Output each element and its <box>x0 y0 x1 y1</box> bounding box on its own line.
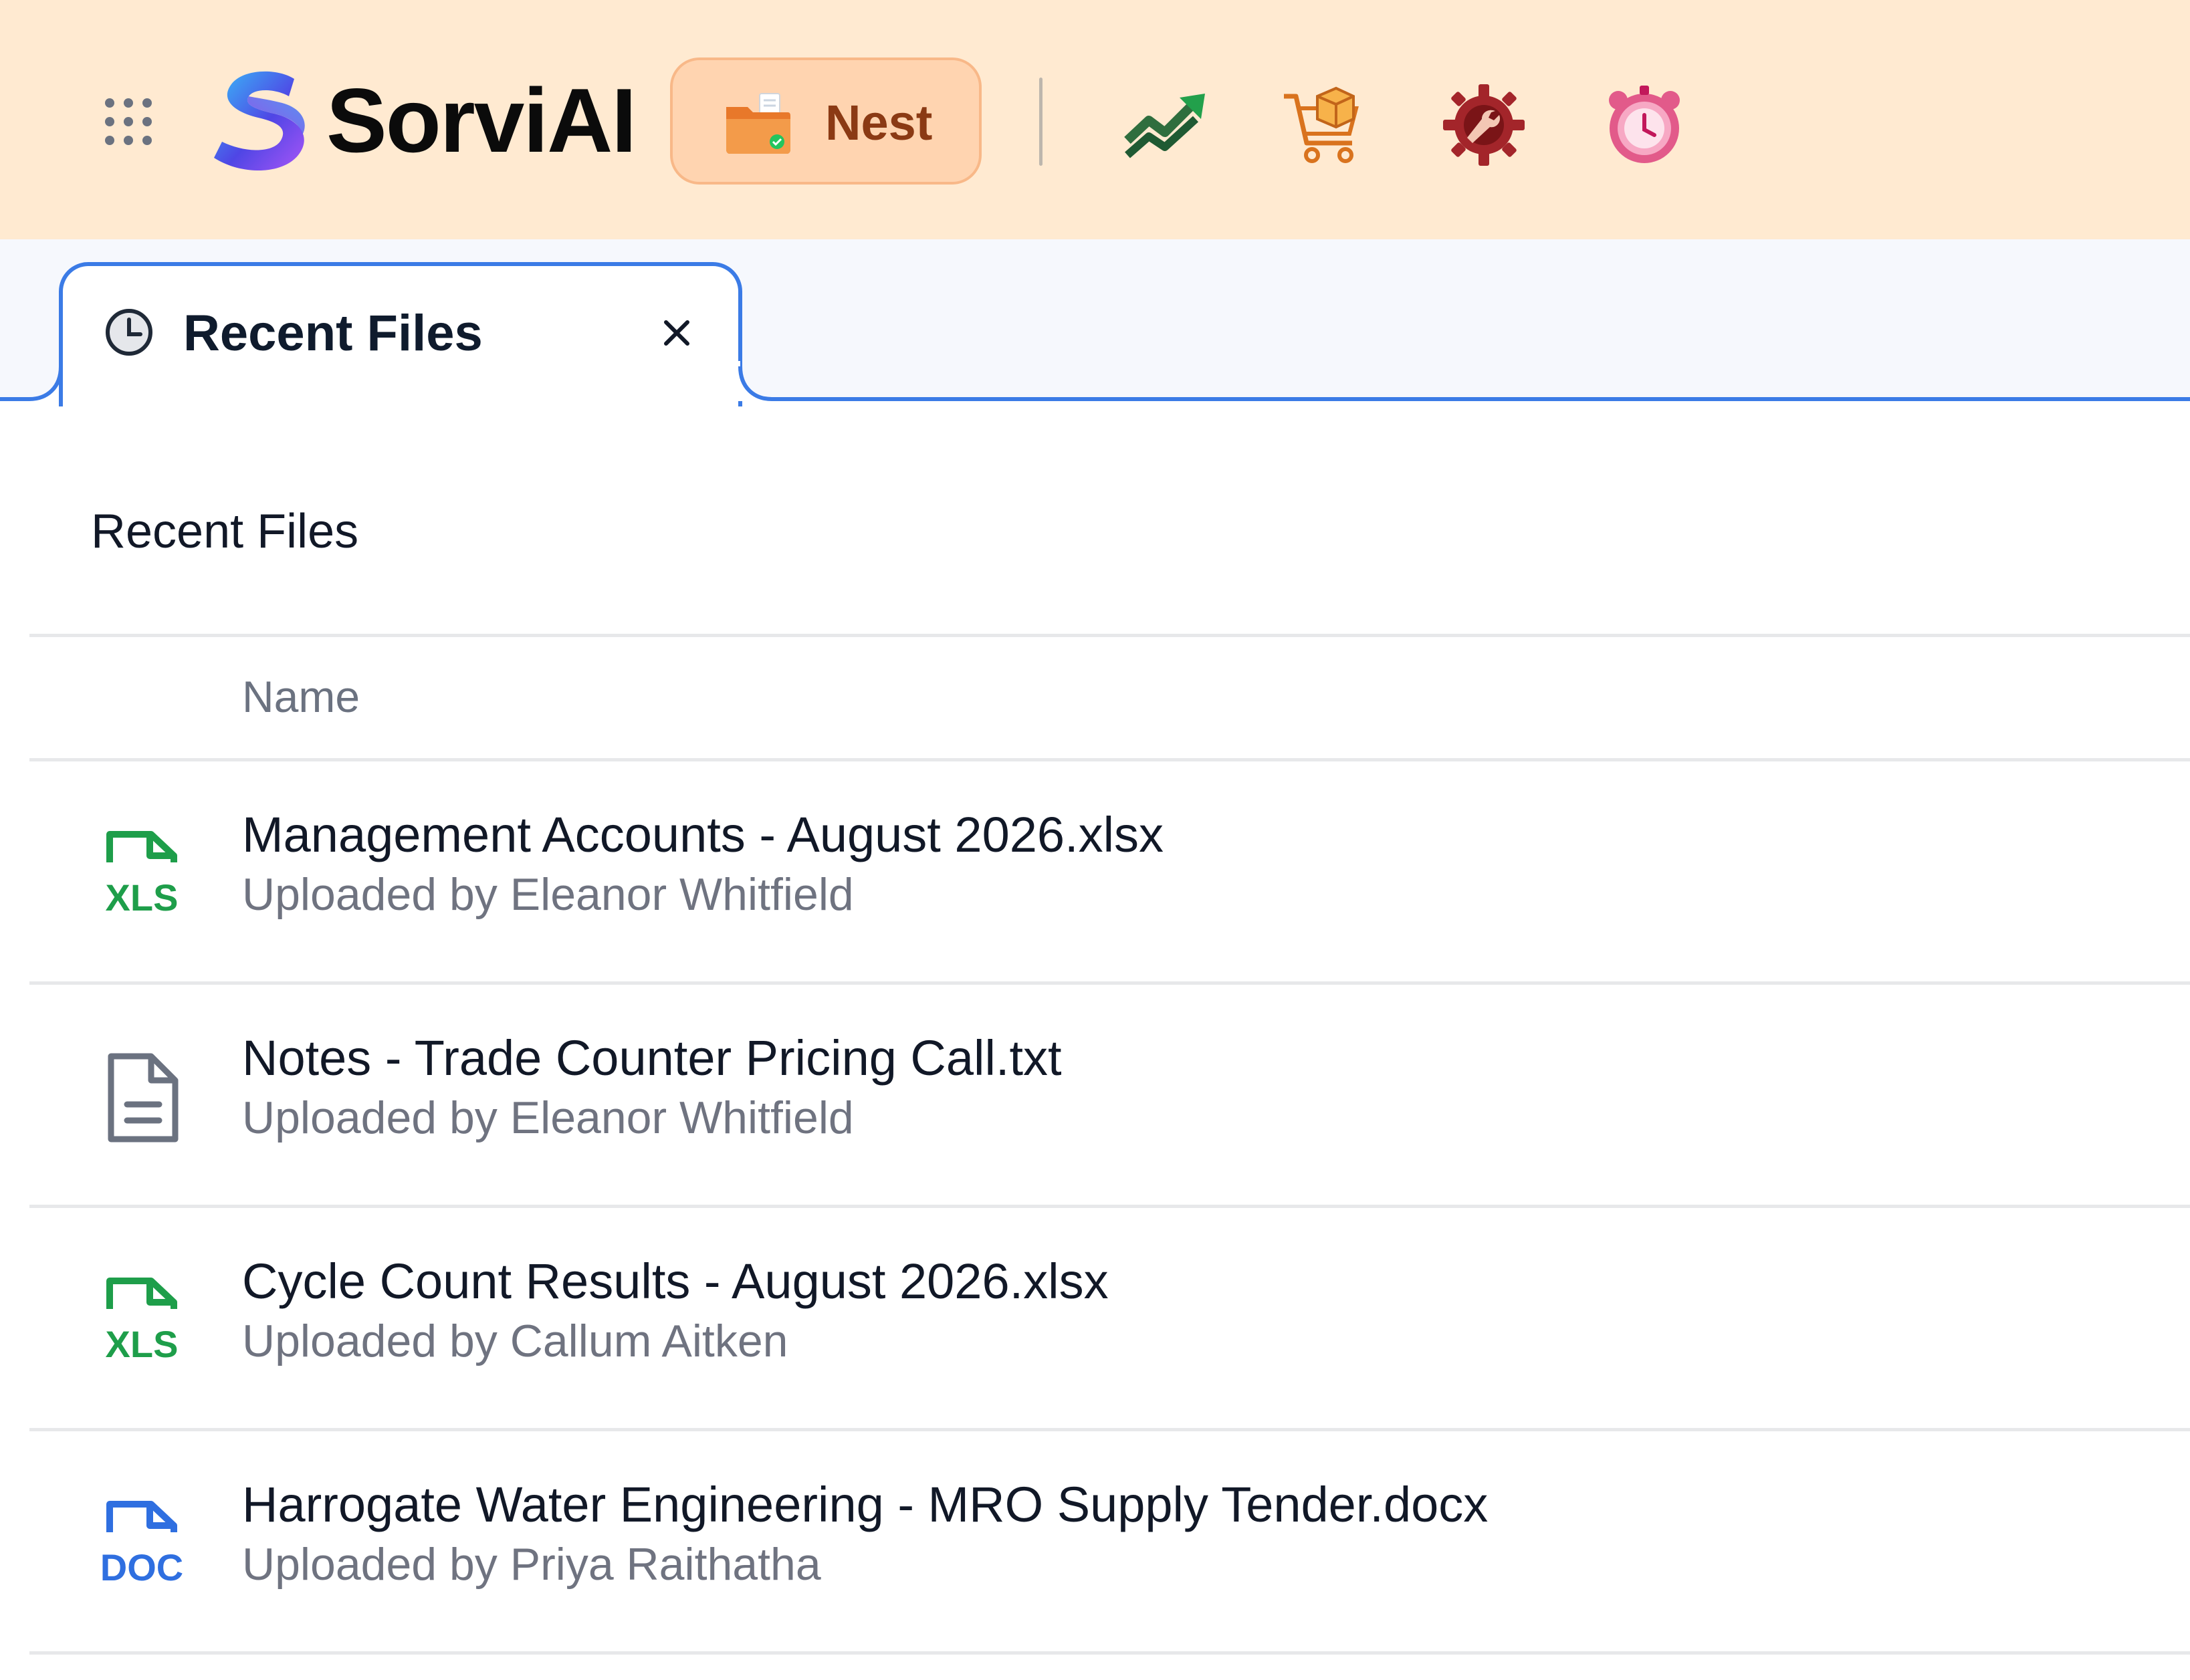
svg-text:XLS: XLS <box>106 1323 179 1365</box>
gear-wrench-icon[interactable] <box>1440 82 1527 168</box>
tab-corner <box>738 361 801 401</box>
close-icon[interactable] <box>657 313 697 353</box>
nest-app-button[interactable]: Nest <box>670 57 982 185</box>
trend-up-arrow-icon[interactable] <box>1123 82 1210 168</box>
file-name: Harrogate Water Engineering - MRO Supply… <box>242 1477 1489 1532</box>
svg-text:XLS: XLS <box>106 876 179 919</box>
tab-title: Recent Files <box>183 305 483 362</box>
file-uploader: Uploaded by Priya Raithatha <box>242 1539 821 1590</box>
text-file-icon <box>108 1053 179 1143</box>
doc-file-icon: DOC <box>100 1501 183 1588</box>
file-uploader: Uploaded by Eleanor Whitfield <box>242 1092 854 1143</box>
file-row[interactable]: XLS Management Accounts - August 2026.xl… <box>0 761 2190 983</box>
file-name: Cycle Count Results - August 2026.xlsx <box>242 1253 1109 1309</box>
file-name: Notes - Trade Counter Pricing Call.txt <box>242 1030 1062 1086</box>
file-row[interactable]: DOC Harrogate Water Engineering - MRO Su… <box>0 1431 2190 1653</box>
brand-name: SorviAI <box>326 70 637 171</box>
tab-corner <box>0 361 63 401</box>
alarm-clock-icon[interactable] <box>1601 82 1688 168</box>
column-header-name[interactable]: Name <box>242 670 360 723</box>
xls-file-icon: XLS <box>106 831 179 919</box>
app-launcher-icon[interactable] <box>100 94 156 150</box>
file-uploader: Uploaded by Callum Aitken <box>242 1316 788 1366</box>
divider <box>29 634 2190 637</box>
xls-file-icon: XLS <box>106 1278 179 1365</box>
file-uploader: Uploaded by Eleanor Whitfield <box>242 869 854 920</box>
tab-recent-files[interactable]: Recent Files <box>59 262 742 406</box>
shopping-cart-box-icon[interactable] <box>1280 82 1367 168</box>
sorviai-logo-icon <box>214 71 305 171</box>
divider <box>29 1651 2190 1655</box>
folder-icon <box>726 93 790 154</box>
clock-icon <box>106 309 152 356</box>
file-name: Management Accounts - August 2026.xlsx <box>242 807 1164 862</box>
file-row[interactable]: XLS Cycle Count Results - August 2026.xl… <box>0 1207 2190 1429</box>
file-row[interactable]: Notes - Trade Counter Pricing Call.txt U… <box>0 984 2190 1206</box>
top-bar: SorviAI Nest <box>0 0 2190 239</box>
section-title: Recent Files <box>91 505 359 558</box>
svg-text:DOC: DOC <box>100 1546 183 1588</box>
header-divider <box>1039 78 1043 166</box>
nest-app-label: Nest <box>825 95 933 150</box>
